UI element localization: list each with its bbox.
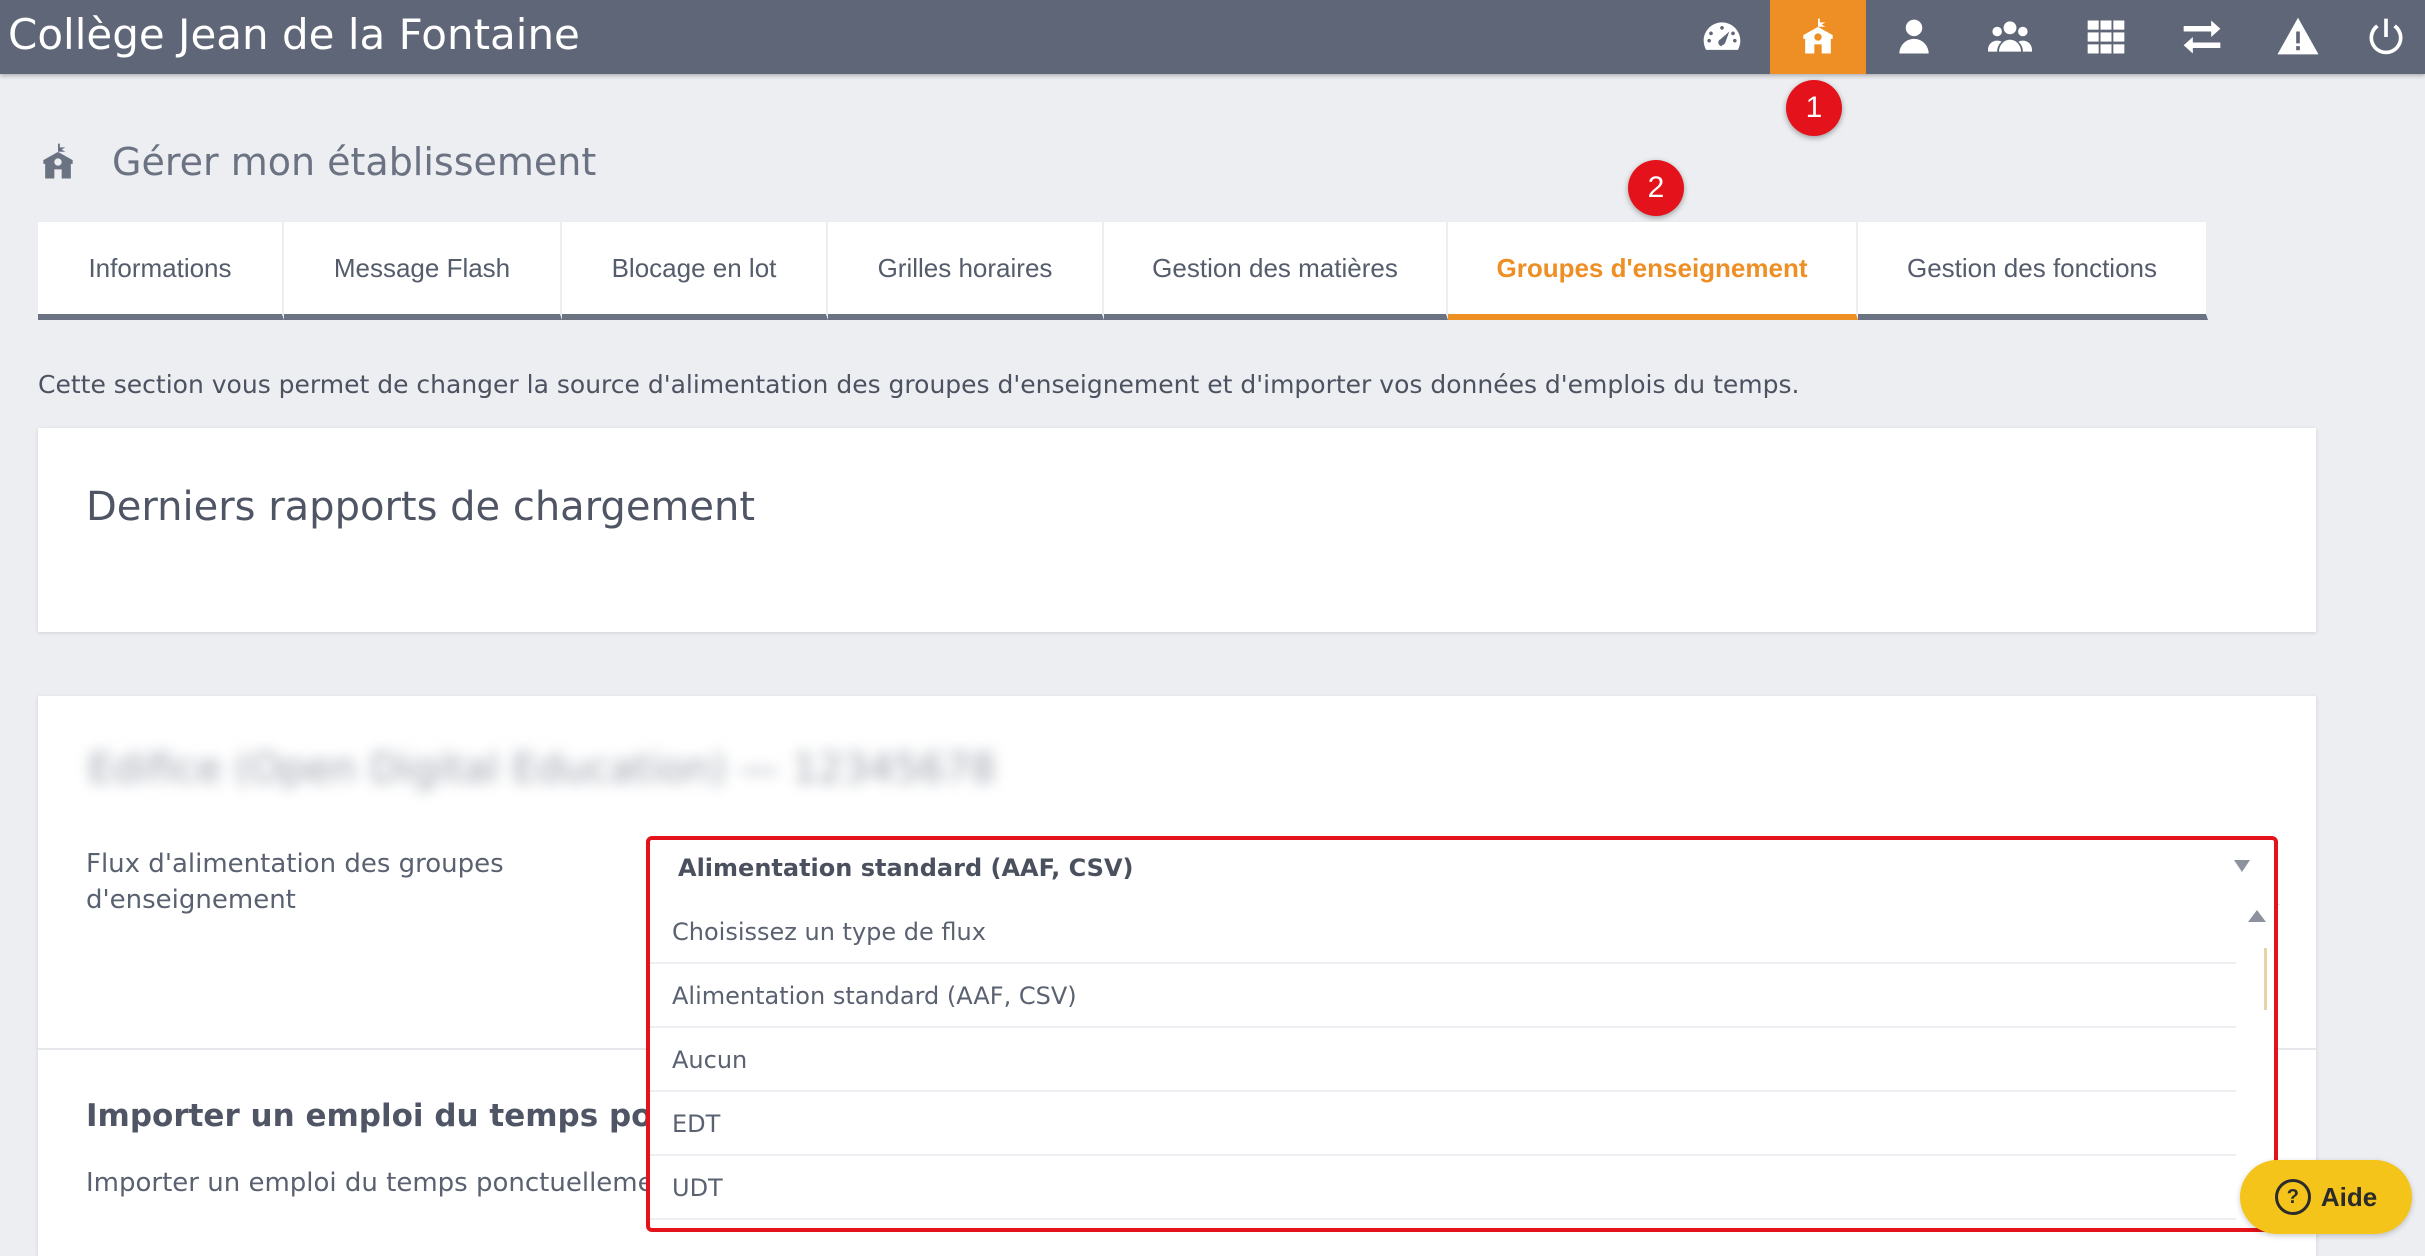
tab-gestion-des-fonctions[interactable]: Gestion des fonctions: [1858, 222, 2208, 320]
import-description: Importer un emploi du temps ponctuelleme…: [86, 1168, 703, 1198]
app-title[interactable]: Collège Jean de la Fontaine: [8, 10, 580, 59]
dashboard-icon[interactable]: [1674, 0, 1770, 74]
option-edt[interactable]: EDT: [650, 1094, 2236, 1156]
tab-gestion-des-matieres[interactable]: Gestion des matières: [1104, 222, 1448, 320]
scroll-up-icon[interactable]: [2248, 910, 2266, 922]
tab-grilles-horaires[interactable]: Grilles horaires: [828, 222, 1104, 320]
tab-informations[interactable]: Informations: [38, 222, 284, 320]
feed-type-select-value: Alimentation standard (AAF, CSV): [678, 854, 1134, 882]
structure-name: Edifice (Open Digital Education) — 12345…: [88, 746, 996, 792]
feed-type-options: Choisissez un type de flux Alimentation …: [650, 900, 2236, 1230]
group-icon[interactable]: [1962, 0, 2058, 74]
annotation-marker-1: 1: [1786, 80, 1842, 136]
option-udt[interactable]: UDT: [650, 1158, 2236, 1220]
page-title: Gérer mon établissement: [112, 140, 597, 184]
school-icon[interactable]: [1770, 0, 1866, 74]
option-aucun[interactable]: Aucun: [650, 1030, 2236, 1092]
option-standard[interactable]: Alimentation standard (AAF, CSV): [650, 966, 2236, 1028]
tab-bar: Informations Message Flash Blocage en lo…: [38, 222, 2208, 320]
tab-message-flash[interactable]: Message Flash: [284, 222, 562, 320]
help-icon: ?: [2274, 1179, 2311, 1215]
help-label: Aide: [2320, 1181, 2378, 1212]
exchange-icon[interactable]: [2154, 0, 2250, 74]
section-description: Cette section vous permet de changer la …: [38, 370, 1800, 399]
feed-type-select[interactable]: Alimentation standard (AAF, CSV): [648, 836, 2280, 905]
tab-groupes-d-enseignement[interactable]: Groupes d'enseignement: [1448, 222, 1858, 320]
help-button[interactable]: ? Aide: [2240, 1160, 2412, 1234]
page-heading: Gérer mon établissement: [36, 140, 596, 184]
scroll-thumb[interactable]: [2264, 948, 2267, 1010]
top-bar: Collège Jean de la Fontaine: [0, 0, 2425, 74]
option-choose-type[interactable]: Choisissez un type de flux: [650, 902, 2236, 964]
tab-blocage-en-lot[interactable]: Blocage en lot: [562, 222, 828, 320]
apps-grid-icon[interactable]: [2058, 0, 2154, 74]
user-icon[interactable]: [1866, 0, 1962, 74]
reports-card: Derniers rapports de chargement: [38, 428, 2316, 632]
warning-icon[interactable]: [2250, 0, 2346, 74]
chevron-down-icon: [2234, 860, 2250, 872]
power-icon[interactable]: [2346, 0, 2425, 74]
reports-title: Derniers rapports de chargement: [86, 484, 756, 530]
annotation-marker-2: 2: [1628, 160, 1684, 216]
feed-label: Flux d'alimentation des groupes d'enseig…: [86, 849, 504, 915]
school-icon: [43, 143, 73, 179]
